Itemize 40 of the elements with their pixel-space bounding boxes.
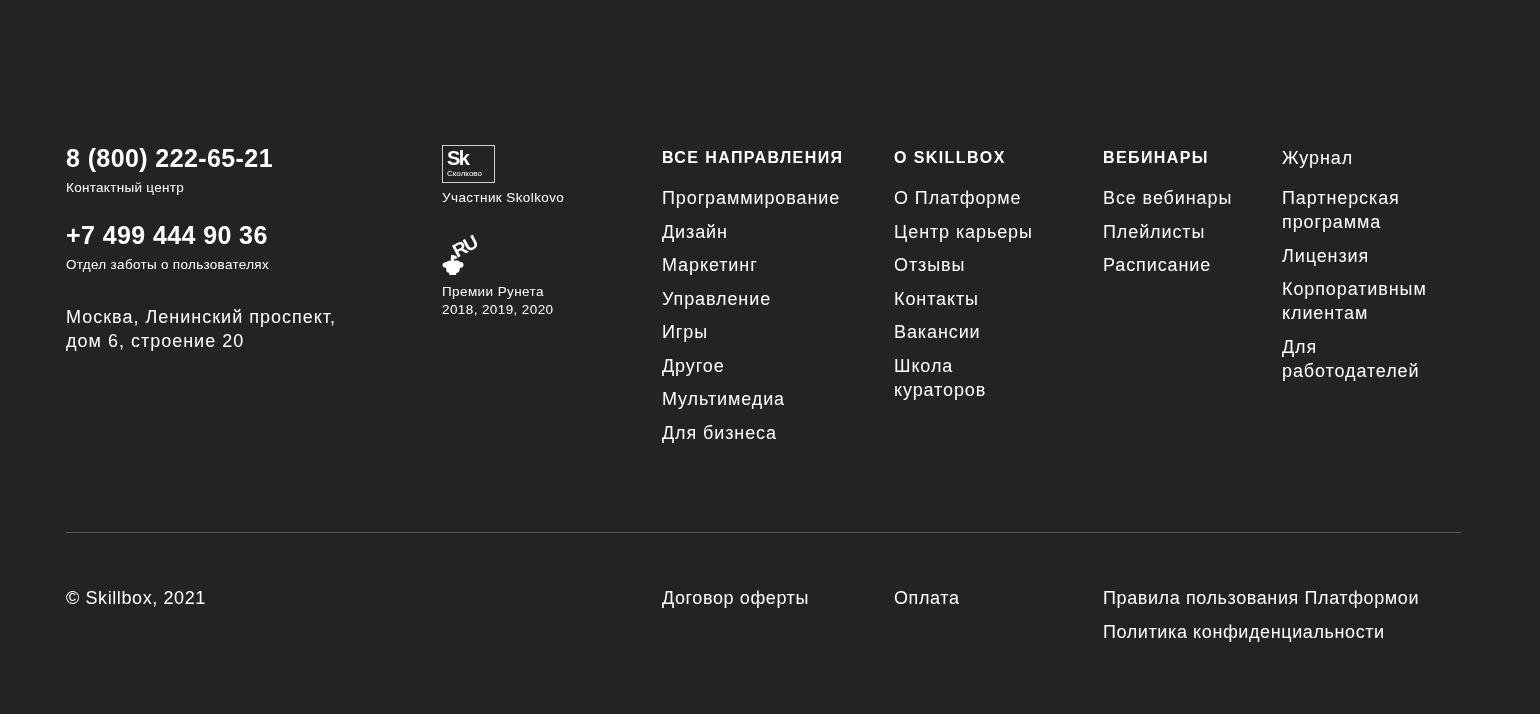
logo-mark-text: Sk	[447, 149, 469, 168]
nav-link[interactable]: Вакансии	[894, 320, 981, 344]
nav-link[interactable]: Отзывы	[894, 253, 966, 277]
logo-caption-text: Сколково	[447, 169, 482, 179]
nav-link[interactable]: Маркетинг	[662, 253, 758, 277]
phone-caption: Контактный центр	[66, 179, 185, 197]
nav-link[interactable]: Дизайн	[662, 219, 728, 244]
nav-link[interactable]: Расписание	[1103, 253, 1212, 277]
nav-link[interactable]: Плейлисты	[1103, 219, 1206, 244]
nav-link[interactable]: Управление	[662, 286, 772, 311]
nav-link[interactable]: Лицензия	[1282, 243, 1370, 268]
nav-link[interactable]: Другое	[662, 353, 725, 378]
nav-link[interactable]: Для работодателей	[1282, 334, 1446, 383]
section-heading: ВЕБИНАРЫ	[1103, 148, 1209, 168]
logo-mark-text: .RU	[446, 232, 481, 263]
legal-link[interactable]: Правила пользования Платформои	[1103, 585, 1420, 610]
phone-link[interactable]: +7 499 444 90 36	[66, 220, 268, 250]
nav-link[interactable]: Контакты	[894, 286, 979, 311]
nav-link[interactable]: О Платформе	[894, 186, 1022, 210]
badge-caption: Премии Рунета 2018, 2019, 2020	[442, 283, 554, 319]
nav-link[interactable]: Школа кураторов	[894, 353, 1044, 402]
nav-link[interactable]: Партнерская программа	[1282, 186, 1446, 234]
nav-link[interactable]: Мультимедиа	[662, 387, 786, 411]
nav-link[interactable]: Центр карьеры	[894, 219, 1033, 244]
nav-link[interactable]: Программирование	[662, 186, 841, 210]
address-text: Москва, Ленинский проспект, дом 6, строение 20	[66, 306, 337, 353]
nav-link[interactable]: Корпоративным клиентам	[1282, 277, 1446, 325]
badge-caption: Участник Skolkovo	[442, 189, 565, 207]
nav-link[interactable]: Все вебинары	[1103, 186, 1233, 210]
nav-link[interactable]: Для бизнеса	[662, 420, 777, 445]
nav-link[interactable]: Журнал	[1282, 148, 1354, 168]
legal-link[interactable]: Политика конфиденциальности	[1103, 619, 1385, 644]
copyright-text: © Skillbox, 2021	[66, 586, 206, 610]
legal-link[interactable]: Оплата	[894, 585, 960, 610]
phone-caption: Отдел заботы о пользователях	[66, 256, 269, 274]
section-heading: ВСЕ НАПРАВЛЕНИЯ	[662, 148, 844, 168]
nav-link[interactable]: Игры	[662, 320, 709, 344]
phone-link[interactable]: 8 (800) 222-65-21	[66, 143, 273, 173]
section-heading: О SKILLBOX	[894, 148, 1006, 168]
legal-link[interactable]: Договор оферты	[662, 585, 809, 610]
